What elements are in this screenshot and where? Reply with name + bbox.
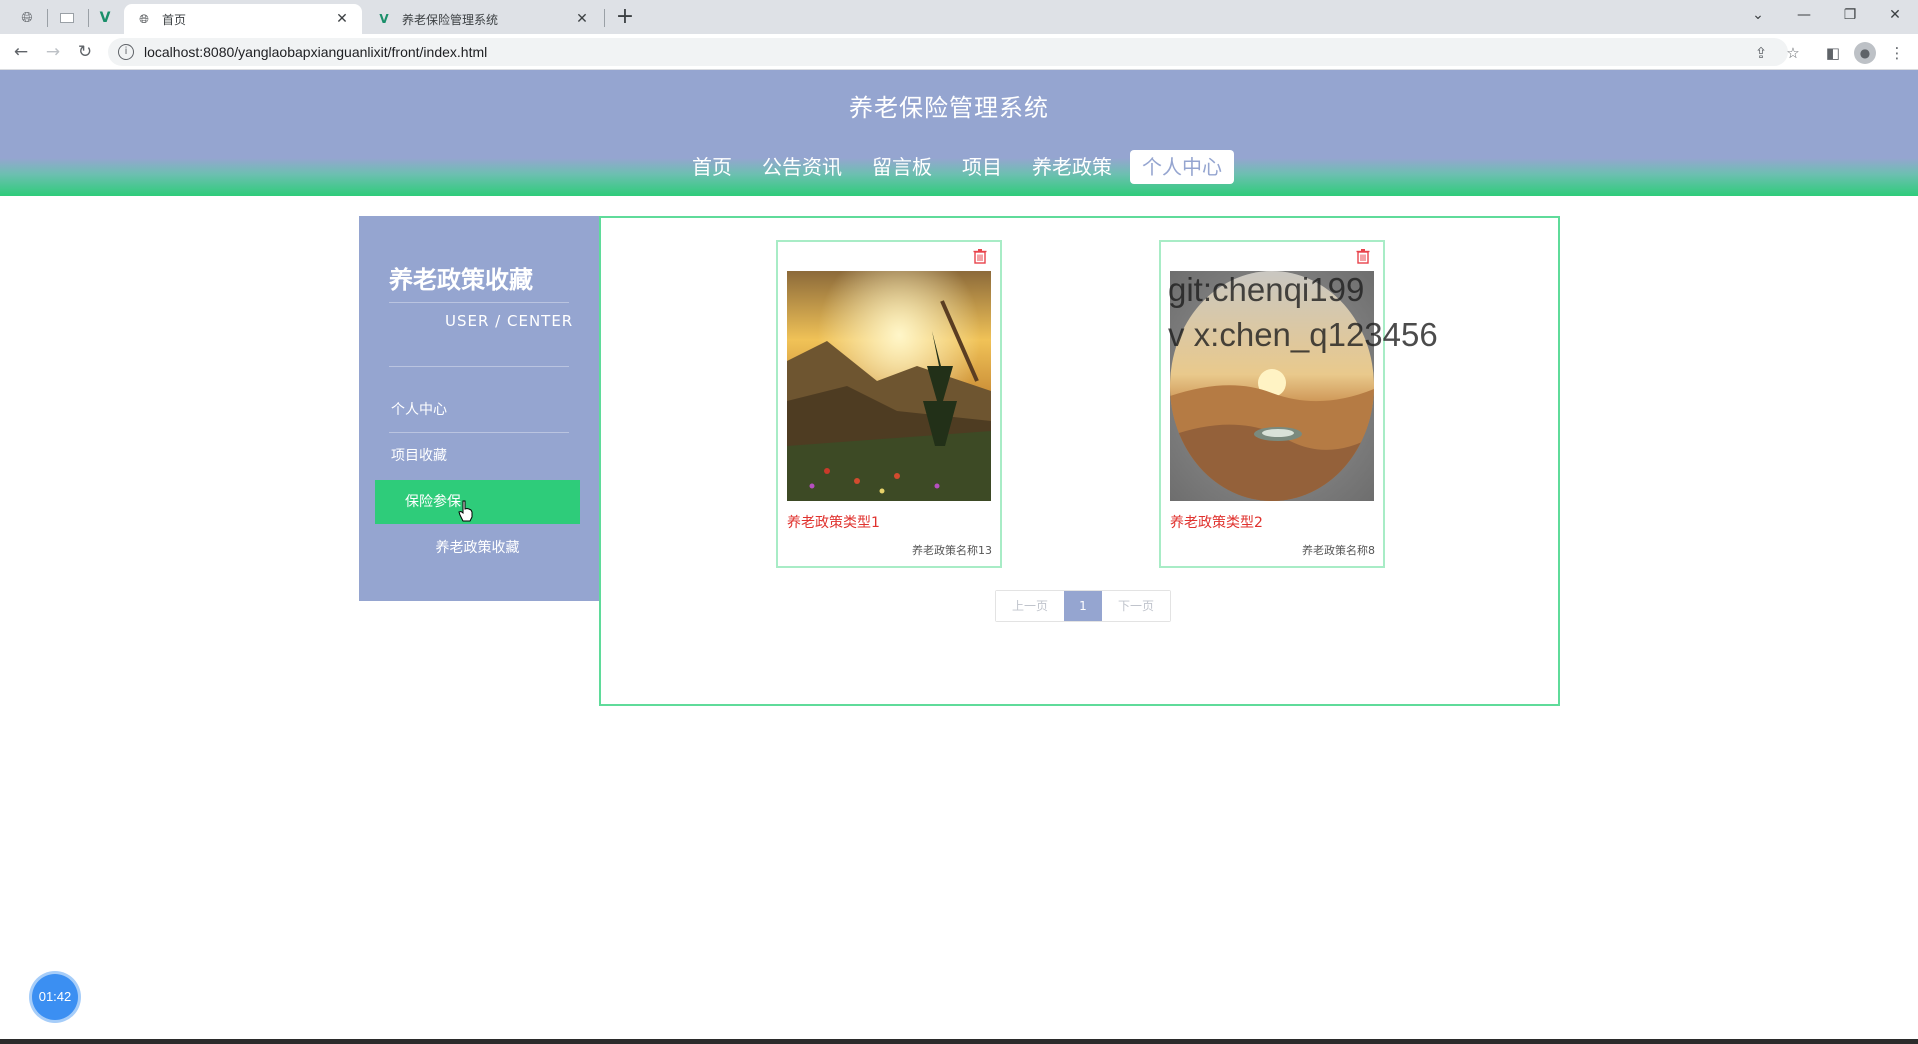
nav-personal-center[interactable]: 个人中心 (1130, 150, 1234, 184)
globe-icon: 🌐︎ (139, 11, 149, 26)
pagination: 上一页 1 下一页 (995, 590, 1171, 622)
profile-icon[interactable]: ● (1854, 42, 1876, 64)
sidebar-subtitle: USER / CENTER (445, 312, 574, 330)
blank-tab-icon[interactable] (52, 6, 82, 30)
card-title[interactable]: 养老政策类型2 (1170, 512, 1263, 532)
prev-page-button[interactable]: 上一页 (996, 591, 1064, 621)
new-tab-button[interactable]: + (612, 4, 638, 30)
address-bar[interactable]: i localhost:8080/yanglaobapxianguanlixit… (108, 38, 1788, 66)
site-header: 养老保险管理系统 首页 公告资讯 留言板 项目 养老政策 个人中心 (0, 70, 1918, 196)
tab-title: 首页 (162, 12, 187, 27)
tab-separator (604, 9, 605, 27)
forward-icon[interactable]: → (40, 40, 66, 64)
url-text: localhost:8080/yanglaobapxianguanlixit/f… (144, 44, 488, 60)
card-subtitle: 养老政策名称8 (1302, 544, 1375, 557)
site-title: 养老保险管理系统 (849, 94, 1049, 122)
tab-separator (88, 9, 89, 27)
share-icon[interactable]: ⇪ (1750, 42, 1772, 64)
reload-icon[interactable]: ↻ (72, 40, 98, 64)
nav-pension-policy[interactable]: 养老政策 (1020, 150, 1124, 184)
watermark-line: v x:chen_q123456 (1168, 316, 1438, 353)
back-icon[interactable]: ← (8, 40, 34, 64)
sidebar-title: 养老政策收藏 (389, 266, 533, 294)
main-nav: 首页 公告资讯 留言板 项目 养老政策 个人中心 (680, 150, 1240, 184)
tab-system[interactable]: V 养老保险管理系统 ✕ (364, 4, 602, 34)
sidebar-item-insurance-enroll[interactable]: 保险参保 (375, 480, 580, 524)
star-icon[interactable]: ☆ (1782, 42, 1804, 64)
globe-icon[interactable]: 🌐︎ (12, 6, 42, 30)
divider (389, 366, 569, 367)
trash-icon[interactable] (1355, 248, 1371, 264)
taskbar-edge (0, 1039, 1918, 1044)
card-subtitle: 养老政策名称13 (912, 544, 992, 557)
tab-separator (47, 9, 48, 27)
trash-icon[interactable] (972, 248, 988, 264)
tab-title: 养老保险管理系统 (402, 12, 499, 27)
sidebar-item-project-favorites[interactable]: 项目收藏 (375, 434, 580, 478)
restore-button[interactable]: ❐ (1827, 0, 1873, 30)
nav-home[interactable]: 首页 (680, 150, 744, 184)
mountain-sunset-image[interactable] (787, 271, 991, 501)
sidebar-item-personal-center[interactable]: 个人中心 (375, 388, 580, 432)
recording-timer[interactable]: 01:42 (32, 974, 78, 1020)
divider (389, 432, 569, 433)
nav-message-board[interactable]: 留言板 (860, 150, 944, 184)
nav-announcements[interactable]: 公告资讯 (750, 150, 854, 184)
nav-projects[interactable]: 项目 (950, 150, 1014, 184)
info-icon[interactable]: i (118, 44, 134, 60)
vue-icon[interactable]: V (90, 6, 120, 30)
next-page-button[interactable]: 下一页 (1102, 591, 1170, 621)
close-window-button[interactable]: ✕ (1872, 0, 1918, 30)
menu-icon[interactable]: ⋮ (1886, 42, 1908, 64)
hand-cursor-icon (458, 500, 473, 522)
tab-home[interactable]: 🌐︎ 首页 ✕ (124, 4, 362, 34)
user-sidebar: 养老政策收藏 USER / CENTER 个人中心 项目收藏 保险参保 养老政策… (359, 216, 599, 601)
browser-tabstrip: 🌐︎ V 🌐︎ 首页 ✕ V 养老保险管理系统 ✕ + ⌄ — ❐ ✕ (0, 0, 1918, 34)
close-icon[interactable]: ✕ (574, 11, 590, 27)
vue-icon: V (379, 12, 389, 26)
divider (389, 302, 569, 303)
chevron-down-icon[interactable]: ⌄ (1735, 0, 1781, 30)
sidepanel-icon[interactable]: ◧ (1822, 42, 1844, 64)
watermark-line: git:chenqi199 (1168, 271, 1365, 308)
minimize-button[interactable]: — (1781, 0, 1827, 30)
close-icon[interactable]: ✕ (334, 11, 350, 27)
browser-toolbar: ← → ↻ i localhost:8080/yanglaobapxiangua… (0, 34, 1918, 70)
card-title[interactable]: 养老政策类型1 (787, 512, 880, 532)
policy-card[interactable]: 养老政策类型1 养老政策名称13 (776, 240, 1002, 568)
sidebar-item-policy-favorites[interactable]: 养老政策收藏 (375, 526, 580, 570)
page-number-button[interactable]: 1 (1064, 591, 1102, 621)
watermark-text: git:chenqi199 v x:chen_q123456 (1168, 267, 1438, 357)
